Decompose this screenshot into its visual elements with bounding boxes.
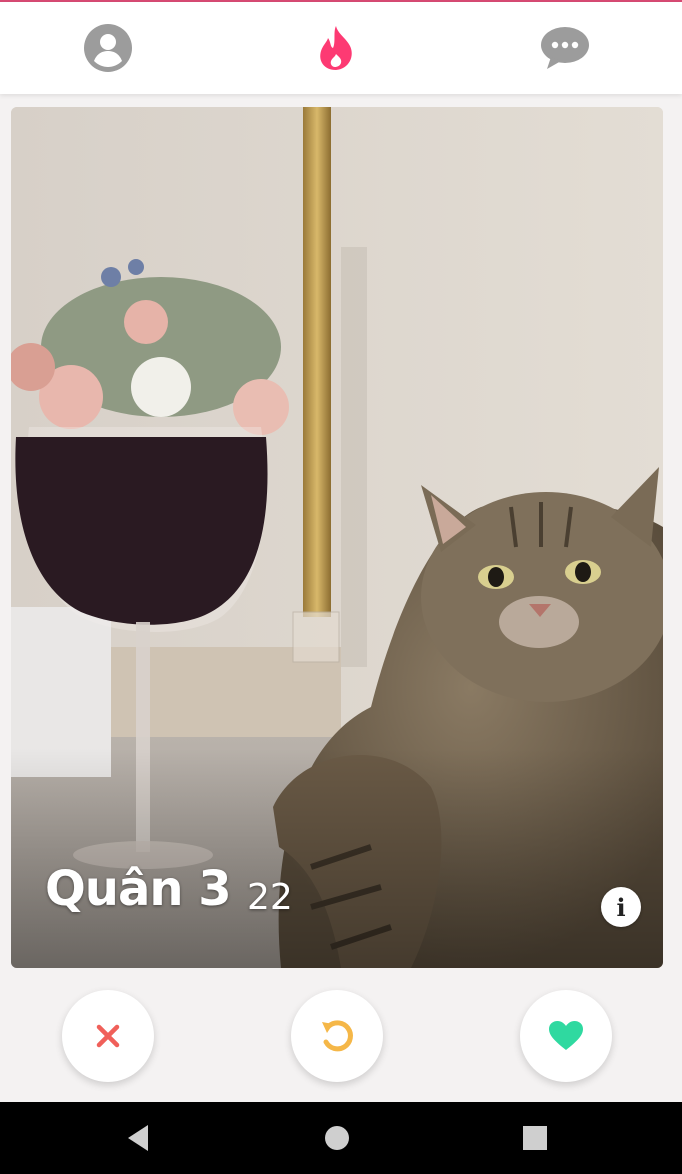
heart-icon bbox=[549, 1021, 583, 1050]
close-icon bbox=[96, 1024, 120, 1048]
flame-icon[interactable] bbox=[310, 22, 362, 74]
rewind-button[interactable] bbox=[291, 990, 383, 1082]
profile-icon[interactable] bbox=[82, 22, 134, 74]
home-circle-icon[interactable] bbox=[319, 1120, 355, 1156]
profile-card[interactable]: Quân 3 22 i bbox=[11, 107, 663, 968]
back-triangle-icon[interactable] bbox=[120, 1120, 156, 1156]
info-icon: i bbox=[616, 892, 626, 922]
card-bottom-gradient bbox=[11, 748, 663, 968]
rewind-icon bbox=[322, 1020, 353, 1052]
system-navigation-bar bbox=[0, 1102, 682, 1174]
profile-age: 22 bbox=[247, 877, 293, 918]
top-navigation-bar bbox=[0, 2, 682, 94]
like-button[interactable] bbox=[520, 990, 612, 1082]
info-button[interactable]: i bbox=[601, 887, 641, 927]
recents-square-icon[interactable] bbox=[517, 1120, 553, 1156]
profile-name: Quân 3 bbox=[45, 861, 232, 917]
action-buttons-bar bbox=[0, 970, 682, 1100]
chat-icon[interactable] bbox=[539, 22, 591, 74]
nope-button[interactable] bbox=[62, 990, 154, 1082]
